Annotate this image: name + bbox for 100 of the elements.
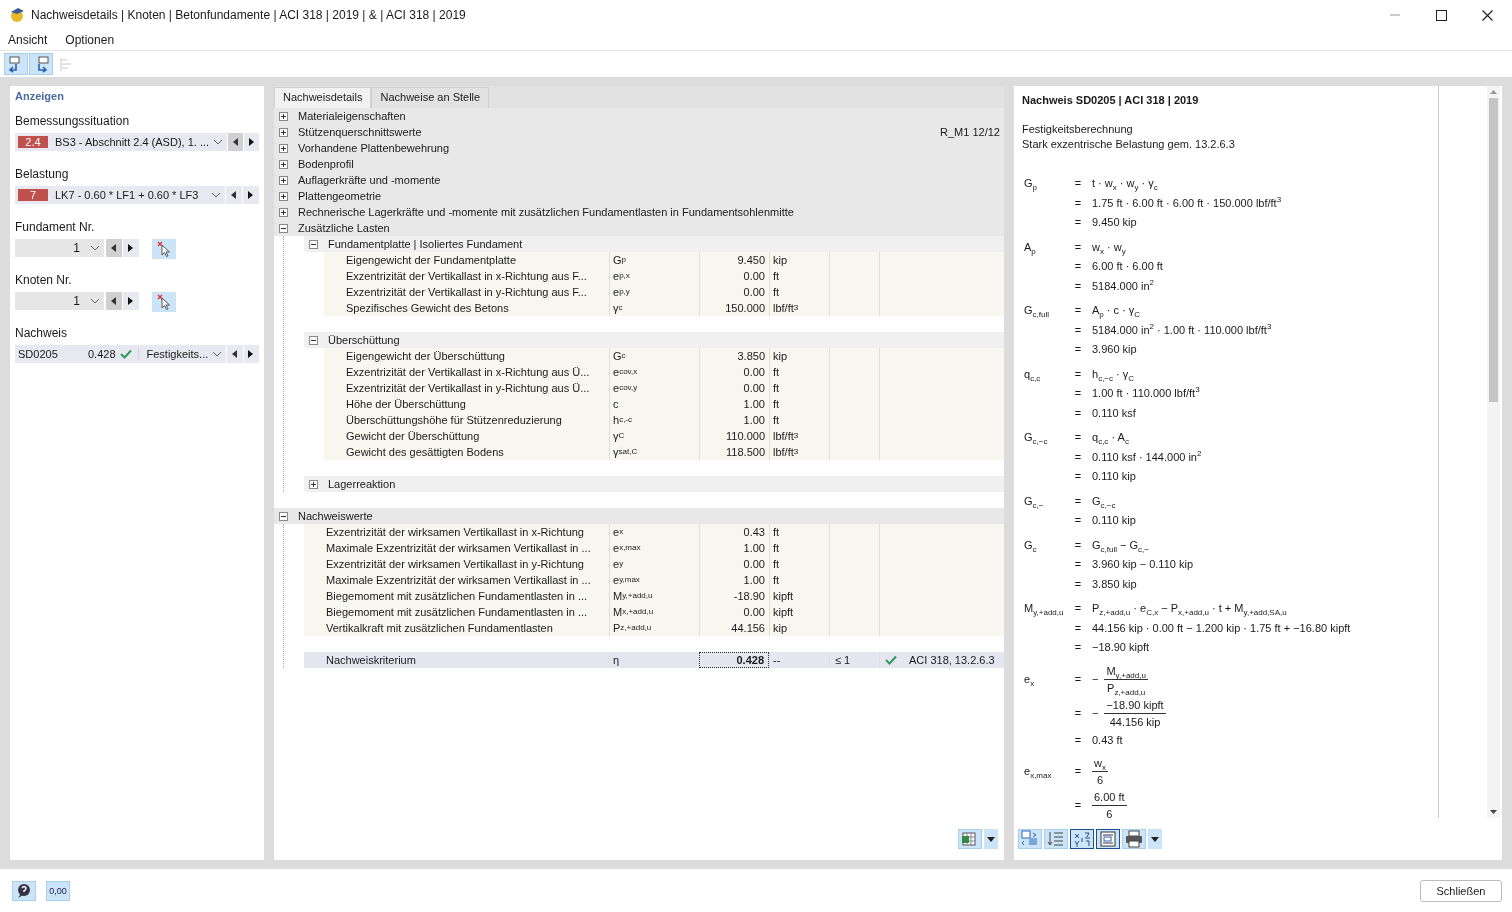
minus-sign: − [1092, 671, 1099, 687]
section-header[interactable]: Plattengeometrie [298, 190, 382, 202]
menu-item[interactable]: Optionen [65, 33, 115, 47]
pick-button[interactable] [152, 292, 176, 312]
row-label: Exzentrizität der Vertikallast in x-Richtung aus F... [345, 269, 588, 284]
list-icon [1047, 830, 1065, 848]
equals-sign: = [1073, 322, 1083, 338]
previous-button[interactable] [228, 133, 244, 151]
formula-symbol: G$_{c}$ [1023, 537, 1038, 554]
field-label: Fundament Nr. [15, 220, 96, 234]
caret-icon [987, 836, 995, 842]
equals-sign: = [1073, 557, 1083, 572]
sync-button[interactable] [1018, 829, 1042, 849]
fraction-icon [1073, 830, 1091, 848]
section-header[interactable]: Bodenprofil [298, 158, 354, 170]
formula-expression: G$_{c,−c}$ [1092, 493, 1117, 510]
unit-cell: lbf/ft$^{3}$ [769, 300, 829, 316]
section-header[interactable]: Nachweiswerte [298, 510, 373, 522]
row-label: Überschüttungshöhe für Stützenreduzierung [345, 413, 563, 428]
dropdown[interactable]: 1 [15, 239, 104, 257]
tab[interactable]: Nachweisdetails [274, 87, 372, 108]
back-button[interactable] [4, 53, 28, 75]
dropdown[interactable]: 7 LK7 - 0.60 * LF1 + 0.60 * LF3 [15, 186, 226, 204]
formula-expression: 3.960 kip − 0.110 kip [1092, 557, 1193, 572]
formula-expression: 5184.000 in$^{2}$ · 1.00 ft · 110.000 lbf/ft$^{3}$ [1092, 320, 1272, 338]
maximize-icon [1435, 9, 1447, 21]
equals-sign: = [1073, 601, 1083, 616]
equals-sign: = [1073, 342, 1083, 357]
print-button[interactable] [1122, 829, 1146, 849]
minus-sign: − [1092, 705, 1099, 721]
formula-expression: 44.156 kip · 0.00 ft − 1.200 kip · 1.75 ft + −16.80 kipft [1092, 620, 1351, 636]
menu-item[interactable]: Ansicht [8, 33, 48, 47]
equals-sign: = [1073, 278, 1083, 294]
triangle-right-icon [248, 138, 255, 146]
section-header[interactable]: Stützenquerschnittswerte [298, 126, 422, 138]
dropdown-button[interactable] [1148, 829, 1162, 849]
next-button[interactable] [244, 133, 259, 151]
row-label: Eigengewicht der Überschüttung [345, 349, 506, 364]
section-header[interactable]: Vorhandene Plattenbewehrung [298, 142, 450, 154]
row-label: Exzentrizität der wirksamen Vertikallast in y-Richtung [325, 557, 585, 572]
value-cell: 0.428 [699, 652, 769, 668]
dropdown-button[interactable] [984, 829, 998, 849]
printer-icon [1125, 830, 1143, 848]
previous-button[interactable] [106, 239, 122, 257]
formula-expression: G$_{c,full}$ − G$_{c,−}$ [1092, 537, 1150, 554]
close-icon [1481, 9, 1493, 21]
previous-button[interactable] [226, 186, 243, 204]
reference-cell: ACI 318, 13.2.6.3 [909, 654, 995, 666]
equals-sign: = [1073, 176, 1083, 191]
decimals-button[interactable]: 0,00 [46, 881, 70, 901]
section-header[interactable]: Auflagerkräfte und -momente [298, 174, 441, 186]
equals-sign: = [1073, 798, 1083, 814]
equals-sign: = [1073, 469, 1083, 484]
triangle-right-icon [248, 350, 255, 358]
equals-sign: = [1073, 513, 1083, 528]
numerator: −18.90 kipft [1104, 696, 1166, 714]
formula-expression: 3.850 kip [1092, 576, 1138, 592]
limit-cell: ≤ 1 [829, 652, 879, 668]
previous-button[interactable] [106, 292, 122, 310]
numerator: w$_{x}$ [1092, 755, 1108, 772]
section-header[interactable]: Überschüttung [328, 334, 400, 346]
dropdown[interactable]: 2.4 BS3 - Abschnitt 2.4 (ASD), 1. ... [15, 133, 228, 151]
chevron-down-icon [90, 245, 100, 251]
section-header[interactable]: Materialeigenschaften [298, 110, 406, 122]
cursor-icon [157, 241, 171, 257]
dropdown[interactable]: SD0205 0.428 Festigkeits... [15, 345, 227, 363]
forward-button[interactable] [29, 53, 53, 75]
report-text: Stark exzentrische Belastung gem. 13.2.6.3 [1022, 137, 1236, 152]
color-badge: 2.4 [18, 136, 48, 148]
scrollbar[interactable] [1487, 86, 1500, 818]
scroll-up-icon [1490, 90, 1497, 94]
numerator: 6.00 ft [1092, 789, 1127, 806]
row-label: Höhe der Überschüttung [345, 397, 467, 412]
cursor-icon [157, 294, 171, 310]
triangle-left-icon [231, 191, 238, 199]
export-button[interactable] [958, 829, 982, 849]
section-header[interactable]: Zusätzliche Lasten [298, 222, 390, 234]
row-label: Exzentrizität der Vertikallast in y-Richtung aus F... [345, 285, 588, 300]
report-title: Nachweis SD0205 | ACI 318 | 2019 [1022, 94, 1200, 106]
close-button[interactable]: Schließen [1420, 880, 1502, 902]
tab[interactable]: Nachweise an Stelle [371, 87, 490, 108]
value-cell: 44.156 [699, 620, 769, 636]
frame-button[interactable] [1096, 829, 1120, 849]
section-header[interactable]: Lagerreaktion [328, 478, 396, 490]
help-button[interactable] [12, 881, 36, 901]
pick-button[interactable] [152, 239, 176, 259]
next-button[interactable] [123, 292, 139, 310]
next-button[interactable] [243, 345, 259, 363]
scroll-thumb[interactable] [1489, 98, 1498, 402]
previous-button[interactable] [227, 345, 243, 363]
triangle-left-icon [111, 244, 117, 252]
formula-button[interactable] [1070, 829, 1094, 849]
dropdown[interactable]: 1 [15, 292, 104, 310]
caret-icon [1151, 836, 1159, 842]
next-button[interactable] [123, 239, 139, 257]
formula-symbol: e$_{x}$ [1023, 671, 1036, 689]
formula-expression: t · w$_{x}$ · w$_{y}$ · γ$_{c}$ [1092, 176, 1159, 193]
row-label: Vertikalkraft mit zusätzlichen Fundamentlasten [325, 621, 554, 636]
formula-symbol: G$_{c,−}$ [1023, 493, 1045, 510]
next-button[interactable] [243, 186, 259, 204]
